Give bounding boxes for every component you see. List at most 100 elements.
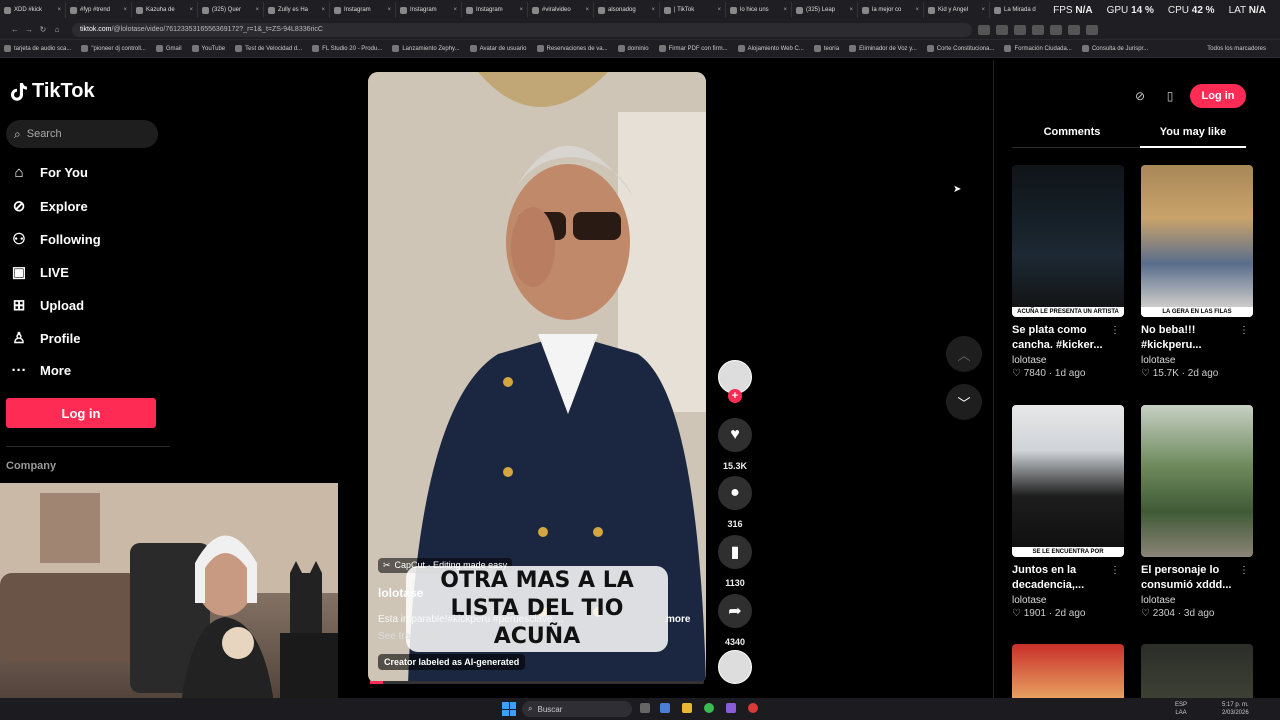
card-user[interactable]: lolotase <box>1141 355 1253 366</box>
browser-tab[interactable]: la mejor co × <box>858 2 924 18</box>
card-title[interactable]: No beba!!! #kickperu... <box>1141 323 1245 353</box>
card-options-icon[interactable]: ⋮ <box>1110 325 1120 336</box>
video-thumbnail[interactable] <box>1141 405 1253 557</box>
card-user[interactable]: lolotase <box>1012 355 1124 366</box>
card-title[interactable]: Juntos en la decadencia,... <box>1012 563 1116 593</box>
video-thumbnail[interactable] <box>1012 644 1124 698</box>
card-user[interactable]: lolotase <box>1012 595 1124 606</box>
close-icon[interactable]: × <box>717 7 721 13</box>
see-translation-link[interactable]: See translation <box>378 631 445 642</box>
app-icon[interactable] <box>748 703 758 713</box>
file-explorer-icon[interactable] <box>682 703 692 713</box>
close-icon[interactable]: × <box>255 7 259 13</box>
tab-you-may-like[interactable]: You may like <box>1140 126 1246 138</box>
suggested-video-card[interactable]: El personaje lo consumió xddd... lolotas… <box>1141 405 1253 619</box>
video-player[interactable]: ✂ CapCut · Editing made easy lolotase OTR… <box>368 72 706 684</box>
next-video-button[interactable]: ﹀ <box>946 384 982 420</box>
bookmark-item[interactable]: Gmail <box>155 45 182 52</box>
login-button-sidebar[interactable]: Log in <box>6 398 156 428</box>
extension-icon[interactable] <box>1068 24 1080 35</box>
bookmark-icon[interactable]: ▮ <box>718 535 752 569</box>
login-button-header[interactable]: Log in <box>1190 84 1246 108</box>
comment-action[interactable]: ● 316 <box>717 476 753 529</box>
company-link[interactable]: Company <box>6 460 56 472</box>
save-action[interactable]: ▮ 1130 <box>717 535 753 588</box>
share-icon[interactable]: ➦ <box>718 594 752 628</box>
chrome-icon[interactable] <box>704 703 714 713</box>
menu-icon[interactable] <box>1086 24 1098 35</box>
bookmark-item[interactable]: Consulta de Jurispr... <box>1081 45 1148 52</box>
nav-upload[interactable]: ⊞ Upload <box>10 296 84 314</box>
bookmark-item[interactable]: Eliminador de Voz y... <box>849 45 917 52</box>
follow-plus-icon[interactable]: + <box>728 389 742 403</box>
browser-tab[interactable]: #viralvideo × <box>528 2 594 18</box>
nav-for-you[interactable]: ⌂ For You <box>10 164 87 181</box>
video-thumbnail[interactable]: ACUÑA LE PRESENTA UN ARTISTA <box>1012 165 1124 317</box>
nav-explore[interactable]: ⊘ Explore <box>10 197 88 215</box>
bookmark-item[interactable]: teoría <box>813 45 839 52</box>
video-thumbnail[interactable]: SE LE ENCUENTRA POR <box>1012 405 1124 557</box>
card-user[interactable]: lolotase <box>1141 595 1253 606</box>
taskbar-search[interactable]: ⌕ Buscar <box>522 701 632 717</box>
browser-tab[interactable]: Zully es Ha × <box>264 2 330 18</box>
close-icon[interactable]: × <box>585 7 589 13</box>
app-icon[interactable] <box>726 703 736 713</box>
forward-icon[interactable]: → <box>22 25 36 34</box>
music-disc-avatar[interactable] <box>718 650 752 684</box>
suggested-video-card[interactable]: SE LE ENCUENTRA POR Juntos en la decaden… <box>1012 405 1124 619</box>
all-bookmarks[interactable]: Todos los marcadores <box>1207 46 1266 52</box>
close-icon[interactable]: × <box>57 7 61 13</box>
browser-tab[interactable]: #fyp #trend × <box>66 2 132 18</box>
card-title[interactable]: Se plata como cancha. #kicker... <box>1012 323 1116 353</box>
browser-tab[interactable]: lo hice uns × <box>726 2 792 18</box>
close-icon[interactable]: × <box>519 7 523 13</box>
more-link[interactable]: more <box>666 614 690 625</box>
bookmark-item[interactable]: "pioneer dj controll... <box>81 45 146 52</box>
card-options-icon[interactable]: ⋮ <box>1239 565 1249 576</box>
video-thumbnail[interactable] <box>1141 644 1253 698</box>
windows-start-icon[interactable] <box>502 702 516 716</box>
taskview-icon[interactable] <box>640 703 650 713</box>
card-options-icon[interactable]: ⋮ <box>1239 325 1249 336</box>
browser-tab[interactable]: alsonadog × <box>594 2 660 18</box>
star-icon[interactable] <box>1014 24 1026 35</box>
tab-comments[interactable]: Comments <box>1012 126 1132 138</box>
browser-tab[interactable]: (325) Quer × <box>198 2 264 18</box>
nav-following[interactable]: ⚇ Following <box>10 230 100 248</box>
previous-video-button[interactable]: ︿ <box>946 336 982 372</box>
browser-tab[interactable]: Instagram × <box>396 2 462 18</box>
close-icon[interactable]: × <box>123 7 127 13</box>
browser-tab[interactable]: Kid y Angel × <box>924 2 990 18</box>
video-progress-bar[interactable] <box>370 681 704 684</box>
close-icon[interactable]: × <box>387 7 391 13</box>
suggested-video-card[interactable]: ACUÑA LE PRESENTA UN ARTISTA Se plata co… <box>1012 165 1124 379</box>
url-field[interactable]: tiktok.com/@lolotase/video/7612335316556… <box>72 22 972 37</box>
taskbar-clock[interactable]: 5:17 p. m. 2/03/2026 <box>1222 701 1249 717</box>
bookmark-item[interactable]: Avatar de usuario <box>469 45 527 52</box>
tiktok-logo[interactable]: TikTok <box>10 80 95 103</box>
bookmark-item[interactable]: Alojamiento Web C... <box>737 45 804 52</box>
compass-icon[interactable]: ⊘ <box>1130 86 1150 106</box>
comment-icon[interactable]: ● <box>718 476 752 510</box>
card-title[interactable]: El personaje lo consumió xddd... <box>1141 563 1245 593</box>
browser-tab[interactable]: Kazuha de × <box>132 2 198 18</box>
language-indicator[interactable]: ESP LAA <box>1175 701 1187 717</box>
nav-live[interactable]: ▣ LIVE <box>10 263 69 281</box>
close-icon[interactable]: × <box>783 7 787 13</box>
nav-more[interactable]: ··· More <box>10 362 72 379</box>
bookmark-item[interactable]: Corte Constituciona... <box>926 45 994 52</box>
extension-icon[interactable] <box>978 24 990 35</box>
extension-icon[interactable] <box>1032 24 1044 35</box>
bookmark-item[interactable]: dominio <box>617 45 649 52</box>
bookmark-item[interactable]: YouTube <box>191 45 225 52</box>
extension-icon[interactable] <box>1050 24 1062 35</box>
close-icon[interactable]: × <box>189 7 193 13</box>
reload-icon[interactable]: ↻ <box>36 25 50 34</box>
browser-tab[interactable]: Instagram × <box>330 2 396 18</box>
bookmark-item[interactable]: tarjeta de audio sca... <box>4 45 71 52</box>
card-options-icon[interactable]: ⋮ <box>1110 565 1120 576</box>
close-icon[interactable]: × <box>651 7 655 13</box>
phone-icon[interactable]: ▯ <box>1160 86 1180 106</box>
bookmark-item[interactable]: Test de Velocidad d... <box>235 45 302 52</box>
home-browser-icon[interactable]: ⌂ <box>50 25 64 34</box>
